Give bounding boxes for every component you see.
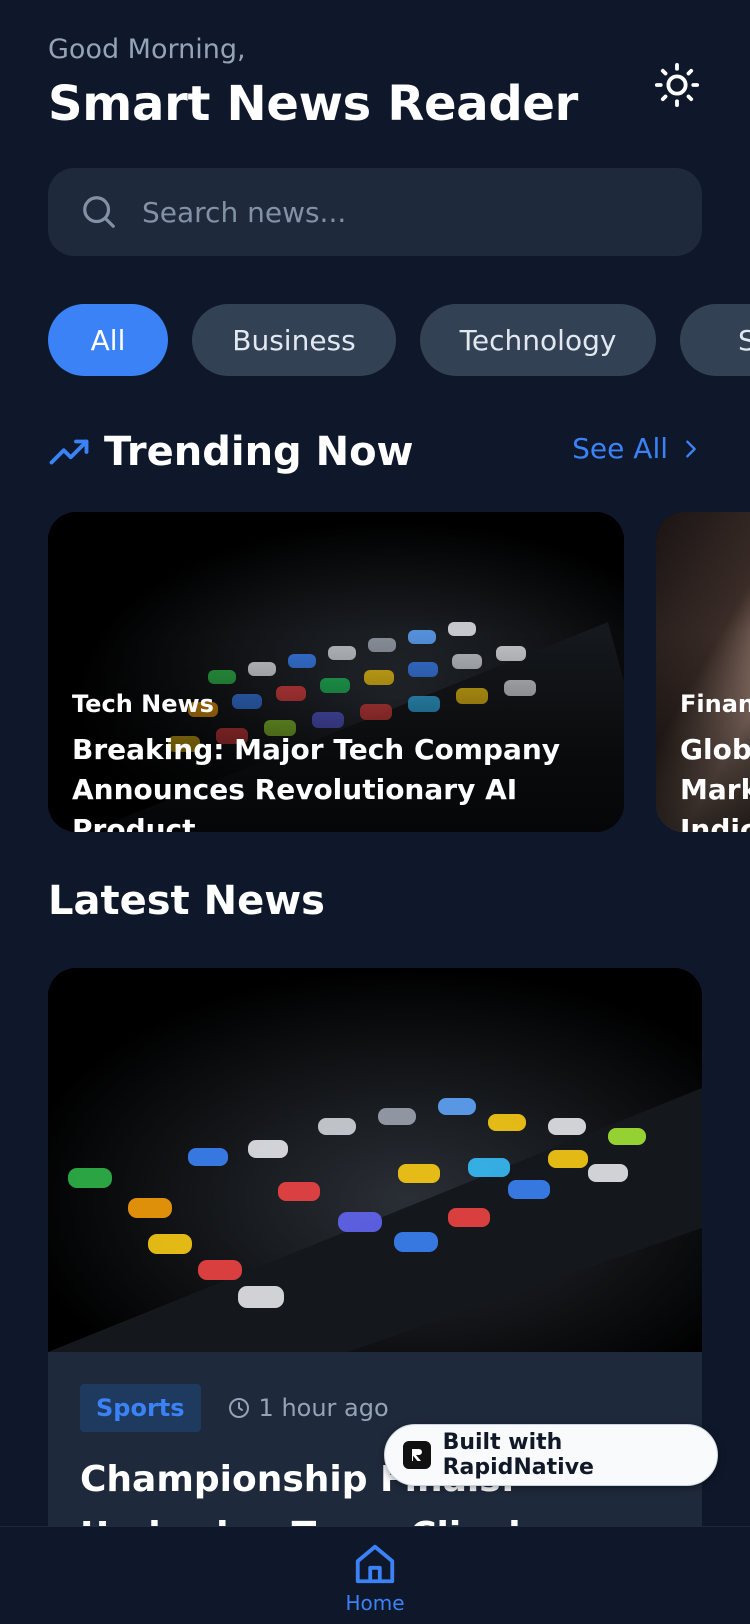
trending-up-icon xyxy=(49,439,89,465)
chevron-right-icon xyxy=(686,439,696,458)
bottom-nav: Home xyxy=(0,1526,750,1624)
category-chips: All Business Technology S xyxy=(48,304,750,376)
search-icon xyxy=(83,196,115,228)
timestamp-text: 1 hour ago xyxy=(258,1394,389,1422)
category-badge: Sports xyxy=(80,1384,201,1432)
news-image xyxy=(48,968,702,1352)
trending-header: Trending Now See All xyxy=(48,424,702,480)
rapidnative-logo-icon xyxy=(403,1441,431,1469)
see-all-label: See All xyxy=(572,432,668,465)
nav-item-home[interactable]: Home xyxy=(335,1541,415,1624)
category-chip-technology[interactable]: Technology xyxy=(420,304,656,376)
news-meta: Sports 1 hour ago xyxy=(80,1384,389,1432)
card-category: Tech News xyxy=(72,690,214,718)
category-chip-partial[interactable]: S xyxy=(680,304,750,376)
app-screen: Good Morning, Smart News Reader All Busi… xyxy=(0,0,750,1624)
trending-title: Trending Now xyxy=(104,429,414,475)
nav-label-home: Home xyxy=(345,1591,405,1615)
clock-icon xyxy=(228,1398,249,1418)
page-title: Smart News Reader xyxy=(48,76,579,132)
latest-news-title: Latest News xyxy=(48,878,325,924)
card-title: Global Market Indicators xyxy=(680,733,750,832)
phone-image xyxy=(48,968,702,1352)
built-with-label: Built with RapidNative xyxy=(442,1430,594,1480)
greeting-text: Good Morning, xyxy=(48,34,246,65)
trending-card[interactable]: Finance Global Market Indicators xyxy=(656,512,750,832)
built-with-badge[interactable]: Built with RapidNative xyxy=(384,1424,718,1486)
search-bar[interactable] xyxy=(48,168,702,256)
search-input[interactable] xyxy=(142,195,662,229)
category-chip-business[interactable]: Business xyxy=(192,304,396,376)
card-category: Finance xyxy=(680,690,750,718)
card-title: Breaking: Major Tech Company Announces R… xyxy=(72,733,561,832)
home-icon xyxy=(355,1544,395,1584)
see-all-link[interactable]: See All xyxy=(572,432,702,465)
timestamp: 1 hour ago xyxy=(227,1394,389,1422)
theme-toggle-button[interactable] xyxy=(652,60,702,110)
sun-icon xyxy=(654,62,700,108)
category-chip-all[interactable]: All xyxy=(48,304,168,376)
trending-card[interactable]: Tech News Breaking: Major Tech Company A… xyxy=(48,512,624,832)
